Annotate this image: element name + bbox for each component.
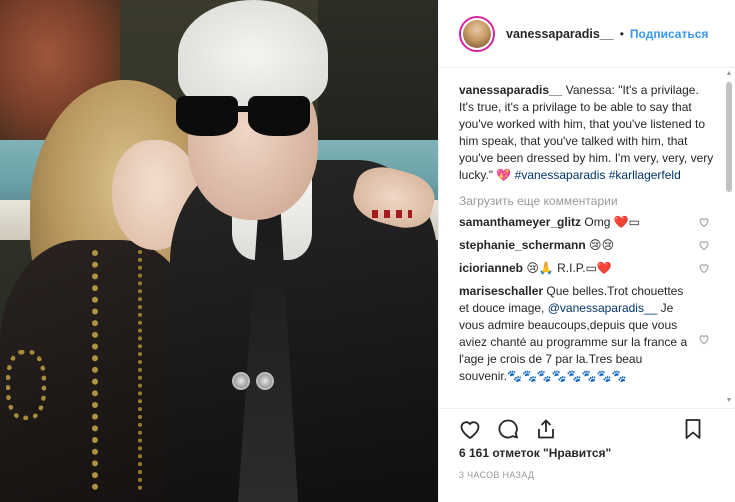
hashtag-link[interactable]: #vanessaparadis: [515, 168, 606, 182]
comment-item: samanthameyer_glitz Omg ❤️▭: [459, 214, 714, 231]
likes-count[interactable]: 6 161 отметок "Нравится": [459, 446, 611, 460]
photo-brooch: [256, 372, 274, 390]
share-icon: [538, 419, 554, 438]
load-more-comments-button[interactable]: Загрузить еще комментарии: [459, 194, 714, 208]
photo-man-hair: [178, 0, 328, 110]
follow-button[interactable]: Подписаться: [630, 27, 708, 41]
comment-item: iciorianneb 😢🙏 R.I.P.▭❤️: [459, 260, 714, 277]
share-button[interactable]: [533, 416, 559, 442]
photo-sleeve-embroidery: [6, 350, 46, 420]
scrollbar-thumb[interactable]: [726, 82, 732, 192]
comment-icon: [498, 419, 518, 438]
photo-sunglasses: [176, 96, 316, 140]
hashtag-link[interactable]: #karllagerfeld: [609, 168, 681, 182]
post-side-panel: vanessaparadis__ • Подписаться vanessapa…: [438, 0, 735, 502]
instagram-post: vanessaparadis__ • Подписаться vanessapa…: [0, 0, 735, 502]
comment-username[interactable]: stephanie_schermann: [459, 238, 586, 252]
caption-username[interactable]: vanessaparadis__: [459, 83, 562, 97]
comment-username[interactable]: iciorianneb: [459, 261, 523, 275]
comment-text: Omg ❤️▭: [581, 215, 641, 229]
scroll-up-arrow-icon[interactable]: ▲: [725, 70, 733, 78]
header-username[interactable]: vanessaparadis__: [506, 27, 614, 41]
header-separator: •: [619, 26, 624, 41]
comment-text: 😢😢: [585, 238, 615, 252]
photo-dress-embroidery: [92, 250, 142, 490]
comment-username[interactable]: samanthameyer_glitz: [459, 215, 581, 229]
small-heart-icon[interactable]: [698, 216, 710, 228]
scroll-down-arrow-icon[interactable]: ▼: [725, 397, 733, 405]
comment-item: stephanie_schermann 😢😢: [459, 237, 714, 254]
heart-icon: [460, 420, 480, 439]
photo-red-nails: [372, 210, 412, 218]
post-header: vanessaparadis__ • Подписаться: [439, 0, 735, 68]
like-button[interactable]: [457, 416, 483, 442]
comment-button[interactable]: [495, 416, 521, 442]
small-heart-icon[interactable]: [698, 333, 710, 345]
save-button[interactable]: [680, 416, 706, 442]
comment-item: mariseschaller Que belles.Trot chouettes…: [459, 283, 714, 385]
post-caption: vanessaparadis__ Vanessa: "It's a privil…: [459, 82, 714, 184]
post-photo[interactable]: [0, 0, 438, 502]
avatar[interactable]: [459, 15, 495, 52]
comments-list[interactable]: vanessaparadis__ Vanessa: "It's a privil…: [439, 68, 724, 408]
small-heart-icon[interactable]: [698, 239, 710, 251]
photo-brooch: [232, 372, 250, 390]
small-heart-icon[interactable]: [698, 262, 710, 274]
post-timestamp[interactable]: 3 ЧАСОВ НАЗАД: [459, 470, 534, 480]
comment-username[interactable]: mariseschaller: [459, 284, 543, 298]
bookmark-icon: [685, 419, 701, 439]
comments-scrollbar[interactable]: ▲ ▼: [725, 70, 733, 405]
post-actions-bar: [439, 408, 735, 448]
comment-text: 😢🙏 R.I.P.▭❤️: [523, 261, 612, 275]
mention-link[interactable]: @vanessaparadis__: [548, 301, 658, 315]
